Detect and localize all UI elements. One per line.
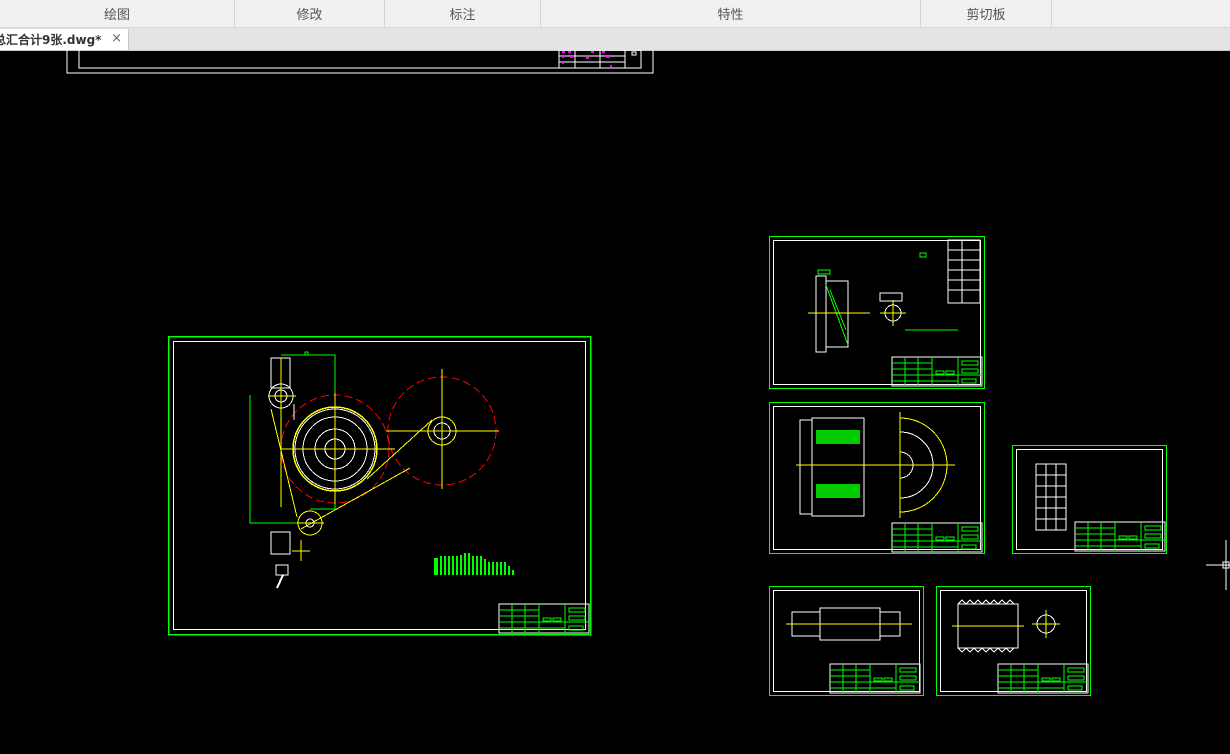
ribbon-section-clipboard[interactable]: 剪切板 bbox=[921, 0, 1052, 27]
ribbon-section-label: 特性 bbox=[717, 8, 744, 23]
technical-requirements-text bbox=[434, 553, 514, 575]
drawing-canvas[interactable] bbox=[0, 49, 1230, 750]
drawing-sheet-assembly[interactable] bbox=[167, 335, 592, 636]
document-tab[interactable]: 总汇合计9张.dwg* × bbox=[0, 29, 129, 50]
drawing-sheet-part-3[interactable] bbox=[1012, 445, 1167, 554]
ribbon-section-label: 标注 bbox=[449, 8, 476, 23]
ribbon-panel-bar: 绘图 修改 标注 特性 剪切板 bbox=[0, 0, 1230, 28]
drawing-sheet-part-4[interactable] bbox=[769, 586, 924, 696]
drawing-sheet-top-partial[interactable] bbox=[66, 49, 654, 74]
close-tab-icon[interactable]: × bbox=[111, 31, 122, 46]
document-tab-bar: 总汇合计9张.dwg* × bbox=[0, 28, 1230, 51]
title-block bbox=[498, 603, 590, 634]
drawing-sheet-part-2[interactable] bbox=[769, 402, 985, 554]
ribbon-section-label: 剪切板 bbox=[966, 8, 1006, 23]
ribbon-section-annotate[interactable]: 标注 bbox=[385, 0, 541, 27]
ribbon-section-label: 绘图 bbox=[103, 8, 130, 23]
document-tab-label: 总汇合计9张.dwg* bbox=[0, 33, 102, 47]
ribbon-section-label: 修改 bbox=[296, 8, 323, 23]
ribbon-section-properties[interactable]: 特性 bbox=[541, 0, 921, 27]
crosshair-cursor-icon bbox=[1206, 540, 1230, 590]
ribbon-section-modify[interactable]: 修改 bbox=[235, 0, 385, 27]
drawing-sheet-part-5[interactable] bbox=[936, 586, 1091, 696]
drawing-sheet-part-1[interactable] bbox=[769, 236, 985, 389]
ribbon-section-draw[interactable]: 绘图 bbox=[0, 0, 235, 27]
